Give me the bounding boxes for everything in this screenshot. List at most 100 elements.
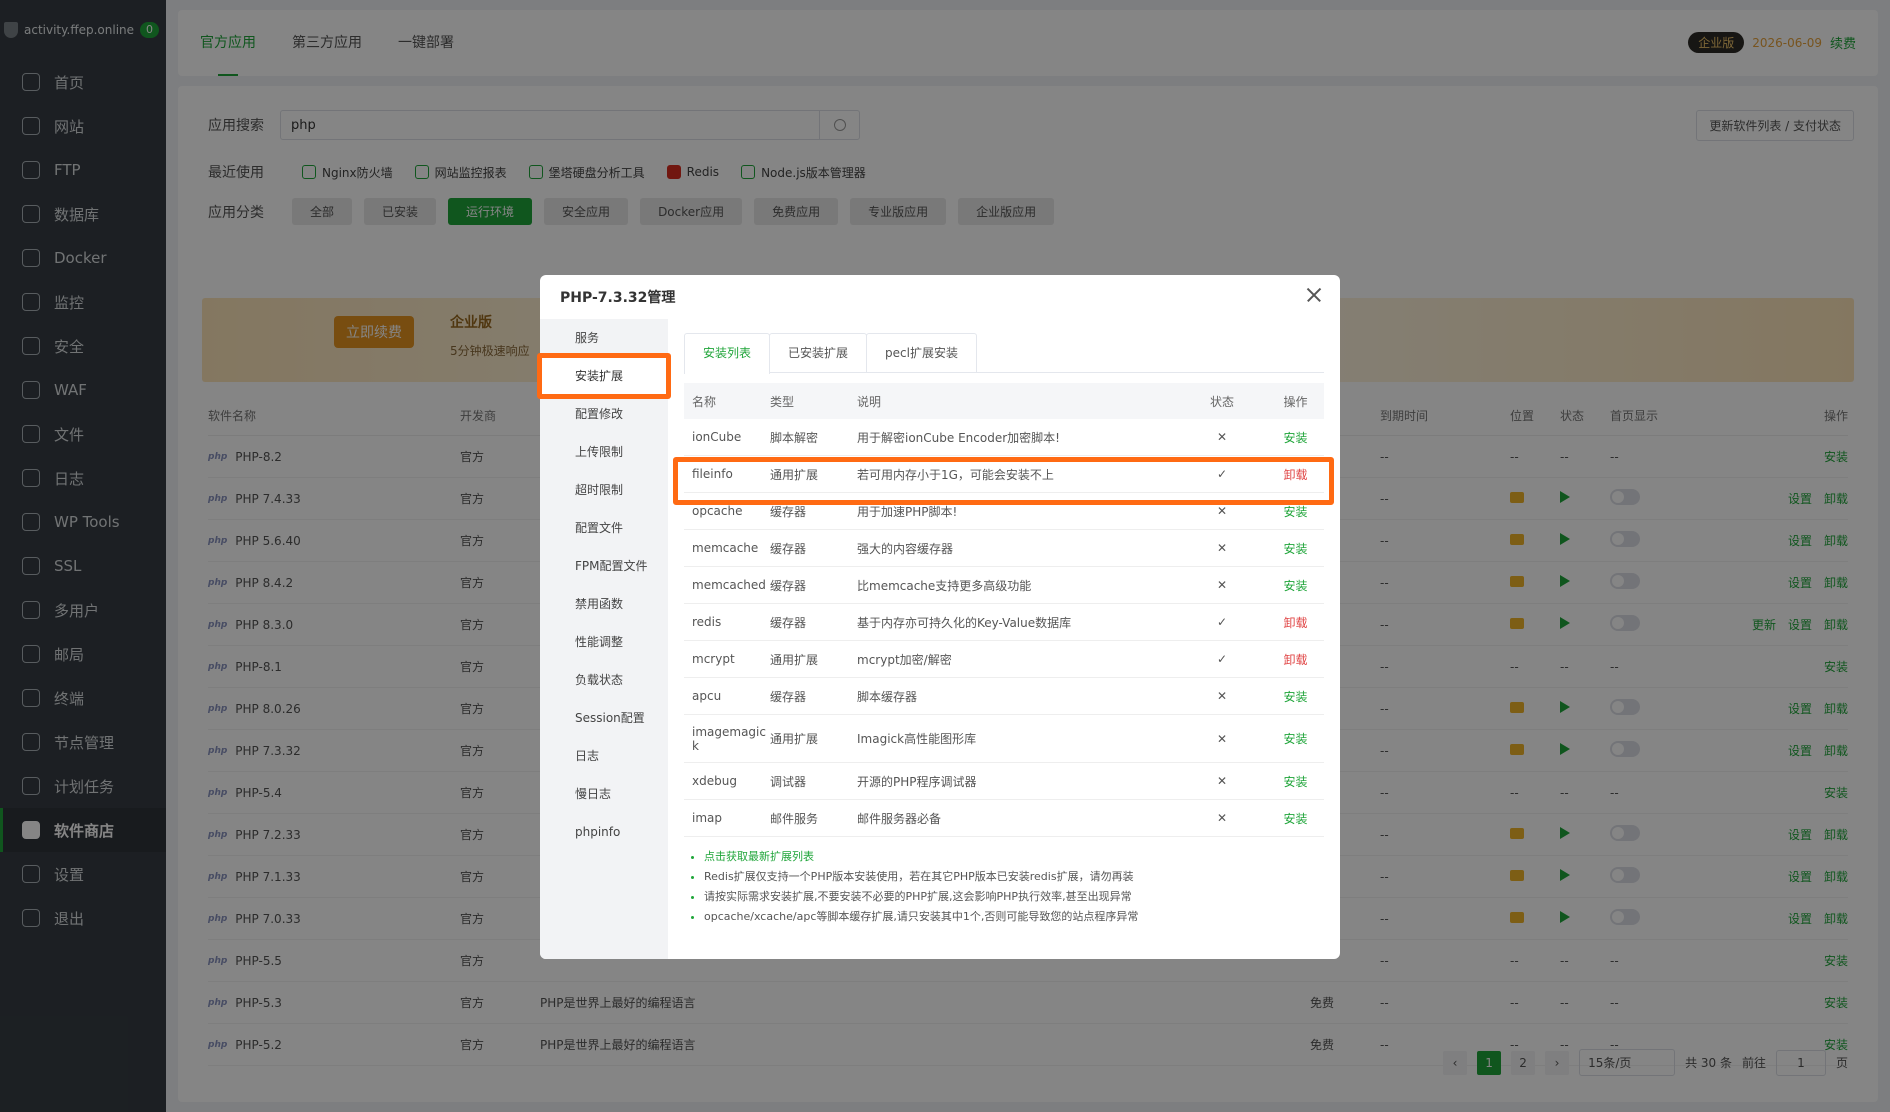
dialog-nav-item[interactable]: 禁用函数 xyxy=(540,585,668,623)
extension-desc: 邮件服务器必备 xyxy=(857,811,942,826)
extension-name: fileinfo xyxy=(692,467,733,481)
dialog-nav-item[interactable]: 上传限制 xyxy=(540,433,668,471)
extension-notes: 点击获取最新扩展列表 Redis扩展仅支持一个PHP版本安装使用，若在其它PHP… xyxy=(684,847,1324,927)
extension-name: redis xyxy=(692,615,722,629)
extension-desc: 强大的内容缓存器 xyxy=(857,541,954,556)
extension-desc: 若可用内存小于1G，可能会安装不上 xyxy=(857,467,1054,482)
dialog-nav-item[interactable]: 服务 xyxy=(540,319,668,357)
note-item: Redis扩展仅支持一个PHP版本安装使用，若在其它PHP版本已安装redis扩… xyxy=(704,867,1324,887)
extension-op: 安装 xyxy=(1267,503,1324,520)
dialog-nav-item[interactable]: 慢日志 xyxy=(540,775,668,813)
extension-row: opcache 缓存器 用于加速PHP脚本! ✕ 安装 xyxy=(684,493,1324,530)
extension-desc: mcrypt加密/解密 xyxy=(857,652,952,667)
tab-installed-extensions[interactable]: 已安装扩展 xyxy=(769,333,868,372)
extension-desc: Imagick高性能图形库 xyxy=(857,732,977,746)
dialog-nav-item[interactable]: Session配置 xyxy=(540,699,668,737)
extension-desc: 比memcache支持更多高级功能 xyxy=(857,578,1032,593)
extension-row: imap 邮件服务 邮件服务器必备 ✕ 安装 xyxy=(684,800,1324,837)
extension-desc: 脚本缓存器 xyxy=(857,689,918,704)
extension-op: 安装 xyxy=(1267,810,1324,827)
extension-desc: 基于内存亦可持久化的Key-Value数据库 xyxy=(857,615,1072,630)
cross-icon: ✕ xyxy=(1216,689,1228,703)
extension-row: redis 缓存器 基于内存亦可持久化的Key-Value数据库 ✓ 卸载 xyxy=(684,604,1324,641)
dialog-nav: 服务 安装扩展 配置修改 上传限制 超时限制 配置文件 FPM配置文件 禁用函数 性能调整 负载状… xyxy=(540,319,668,959)
install-link[interactable]: 安装 xyxy=(1283,431,1307,445)
extension-type: 脚本解密 xyxy=(770,430,819,445)
uninstall-link[interactable]: 卸载 xyxy=(1283,616,1307,630)
note-item: opcache/xcache/apc等脚本缓存扩展,请只安装其中1个,否则可能导… xyxy=(704,907,1324,927)
extension-row: xdebug 调试器 开源的PHP程序调试器 ✕ 安装 xyxy=(684,763,1324,800)
cross-icon: ✕ xyxy=(1216,541,1228,555)
note-item: 请按实际需求安装扩展,不要安装不必要的PHP扩展,这会影响PHP执行效率,甚至出… xyxy=(704,887,1324,907)
dialog-nav-item[interactable]: phpinfo xyxy=(540,813,668,851)
install-link[interactable]: 安装 xyxy=(1283,505,1307,519)
extension-op: 卸载 xyxy=(1267,466,1324,483)
extension-type: 通用扩展 xyxy=(770,467,819,482)
extension-name: apcu xyxy=(692,689,722,703)
extension-name: memcache xyxy=(692,541,759,555)
extension-type: 通用扩展 xyxy=(770,732,819,746)
dialog-nav-item[interactable]: 配置修改 xyxy=(540,395,668,433)
extension-type: 邮件服务 xyxy=(770,811,819,826)
check-icon: ✓ xyxy=(1216,652,1228,666)
extension-op: 安装 xyxy=(1267,429,1324,446)
dialog-title: PHP-7.3.32管理 xyxy=(560,290,676,306)
check-icon: ✓ xyxy=(1216,615,1228,629)
install-link[interactable]: 安装 xyxy=(1283,812,1307,826)
extension-op: 卸载 xyxy=(1267,651,1324,668)
extension-name: xdebug xyxy=(692,774,737,788)
dialog-header: PHP-7.3.32管理 xyxy=(540,275,1340,319)
extension-type: 缓存器 xyxy=(770,689,807,704)
extension-name: mcrypt xyxy=(692,652,735,666)
cross-icon: ✕ xyxy=(1216,731,1228,746)
extension-op: 安装 xyxy=(1267,730,1324,747)
extension-desc: 用于加速PHP脚本! xyxy=(857,504,958,519)
uninstall-link[interactable]: 卸载 xyxy=(1283,653,1307,667)
extension-tabs: 安装列表 已安装扩展 pecl扩展安装 xyxy=(684,333,1324,374)
cross-icon: ✕ xyxy=(1216,811,1228,825)
extension-table-body: ionCube 脚本解密 用于解密ionCube Encoder加密脚本! ✕ 安装 fi… xyxy=(684,419,1324,837)
extension-name: imagemagick xyxy=(692,724,766,753)
install-link[interactable]: 安装 xyxy=(1283,775,1307,789)
extension-row: memcached 缓存器 比memcache支持更多高级功能 ✕ 安装 xyxy=(684,567,1324,604)
tab-pecl-install[interactable]: pecl扩展安装 xyxy=(866,333,977,372)
note-refresh-link[interactable]: 点击获取最新扩展列表 xyxy=(704,847,1324,867)
cross-icon: ✕ xyxy=(1216,578,1228,592)
extension-table: 名称 类型 说明 状态 操作 ionCube 脚本解密 用于解密ionCube En… xyxy=(684,383,1324,837)
uninstall-link[interactable]: 卸载 xyxy=(1283,468,1307,482)
extension-name: imap xyxy=(692,811,722,825)
extension-name: ionCube xyxy=(692,430,742,444)
extension-op: 安装 xyxy=(1267,577,1324,594)
ext-col-op: 操作 xyxy=(1283,394,1308,409)
extension-desc: 开源的PHP程序调试器 xyxy=(857,774,977,789)
extension-row: apcu 缓存器 脚本缓存器 ✕ 安装 xyxy=(684,678,1324,715)
extension-table-header: 名称 类型 说明 状态 操作 xyxy=(684,383,1324,419)
dialog-nav-item[interactable]: 安装扩展 xyxy=(540,357,668,395)
extension-name: memcached xyxy=(692,578,766,592)
extension-type: 缓存器 xyxy=(770,578,807,593)
dialog-nav-item[interactable]: 日志 xyxy=(540,737,668,775)
extension-op: 卸载 xyxy=(1267,614,1324,631)
dialog-body: 安装列表 已安装扩展 pecl扩展安装 名称 类型 说明 状态 操作 ionCu… xyxy=(668,319,1340,959)
dialog-nav-item[interactable]: 配置文件 xyxy=(540,509,668,547)
refresh-extensions-link[interactable]: 点击获取最新扩展列表 xyxy=(704,850,814,863)
dialog-nav-item[interactable]: 超时限制 xyxy=(540,471,668,509)
extension-type: 缓存器 xyxy=(770,541,807,556)
php-manage-dialog: PHP-7.3.32管理 服务 安装扩展 配置修改 上传限制 超时限制 配置文件 FPM配置… xyxy=(540,275,1340,959)
tab-install-list[interactable]: 安装列表 xyxy=(684,333,771,374)
dialog-nav-item[interactable]: 性能调整 xyxy=(540,623,668,661)
dialog-nav-item[interactable]: 负载状态 xyxy=(540,661,668,699)
install-link[interactable]: 安装 xyxy=(1283,732,1307,746)
extension-desc: 用于解密ionCube Encoder加密脚本! xyxy=(857,430,1060,445)
install-link[interactable]: 安装 xyxy=(1283,579,1307,593)
cross-icon: ✕ xyxy=(1216,430,1228,444)
extension-row: mcrypt 通用扩展 mcrypt加密/解密 ✓ 卸载 xyxy=(684,641,1324,678)
install-link[interactable]: 安装 xyxy=(1283,542,1307,556)
install-link[interactable]: 安装 xyxy=(1283,690,1307,704)
extension-type: 通用扩展 xyxy=(770,652,819,667)
ext-col-name: 名称 xyxy=(692,394,717,409)
extension-row: imagemagick 通用扩展 Imagick高性能图形库 ✕ 安装 xyxy=(684,715,1324,763)
dialog-nav-item[interactable]: FPM配置文件 xyxy=(540,547,668,585)
ext-col-desc: 说明 xyxy=(857,394,882,409)
close-icon[interactable] xyxy=(1302,283,1326,307)
